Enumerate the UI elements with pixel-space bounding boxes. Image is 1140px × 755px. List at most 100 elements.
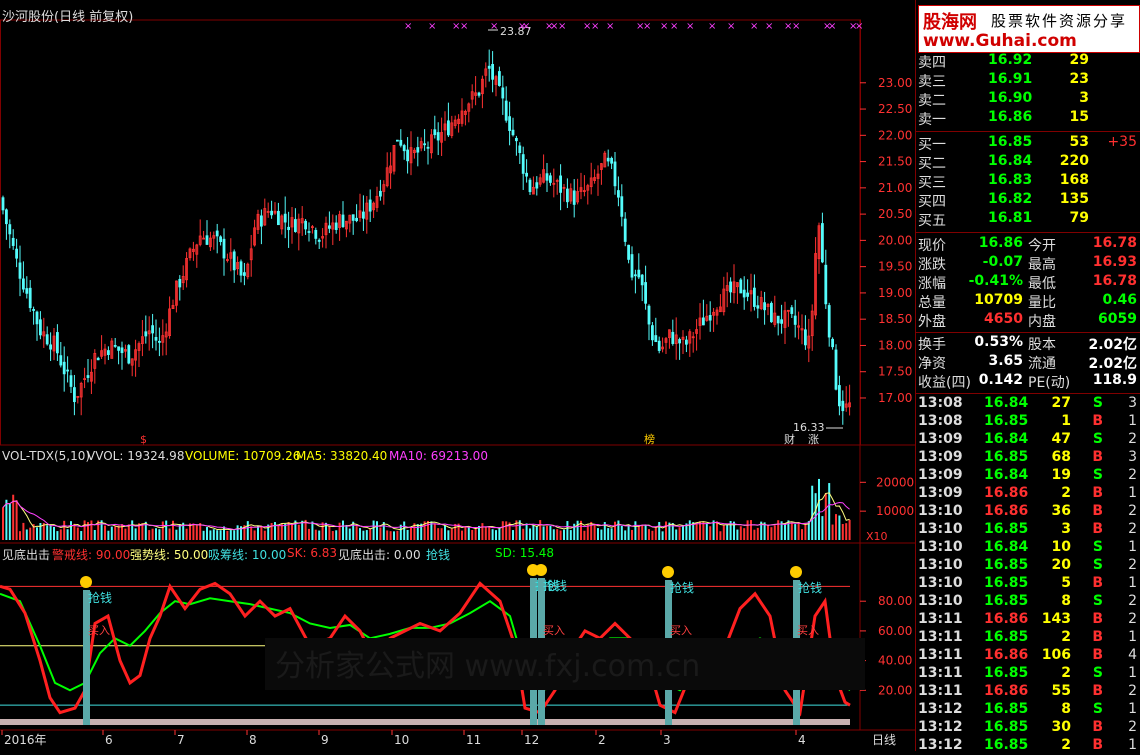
stat-value: 16.78: [1092, 273, 1137, 289]
vol-name: VOL-TDX(5,10): [2, 449, 91, 463]
sell-price: 16.92: [988, 52, 1033, 68]
quote-panel[interactable]: 卖四 16.92 29 卖三 16.91 23 卖二 16.90 3 卖一 16.86 15 买一 16.…: [915, 0, 1140, 751]
candle-body: [11, 237, 15, 246]
candle-body: [157, 340, 161, 343]
candle-body: [742, 289, 746, 298]
stat-label: 换手: [918, 337, 946, 353]
tick-row: 13:12 16.85 8 S 1: [916, 701, 1140, 719]
buy-vol: 168: [1059, 172, 1089, 188]
vol-volume: VOLUME: 10709.26: [185, 449, 301, 463]
event-mark: ×: [727, 21, 735, 32]
money-bag-icon: [662, 566, 674, 578]
candle-body: [497, 71, 501, 86]
stat-label: 内盘: [1028, 314, 1056, 330]
stat-label: PE(动): [1028, 375, 1071, 391]
quote-row: 卖二 16.90 3: [916, 90, 1140, 109]
tick-time: 13:09: [918, 431, 963, 447]
tick-volume: 1: [1061, 413, 1071, 429]
quote-row: 买一 16.85 53 +35: [916, 134, 1140, 153]
event-mark: ×: [591, 21, 599, 32]
event-mark: ×: [708, 21, 716, 32]
date-label: 2016年: [4, 733, 47, 747]
tick-row: 13:09 16.84 19 S 2: [916, 467, 1140, 485]
chart-area[interactable]: 23.00 22.50 22.00 21.50 21.00 20.50 20.00 19.50…: [0, 0, 915, 751]
signal-buy: 买入: [88, 624, 110, 637]
candle-body: [378, 190, 382, 197]
candle-body: [729, 281, 732, 293]
candle-body: [793, 315, 797, 325]
tick-time: 13:11: [918, 683, 963, 699]
tick-direction: B: [1092, 629, 1103, 645]
candle-body: [613, 161, 617, 187]
tick-price: 16.85: [984, 575, 1029, 591]
tick-price: 16.84: [984, 539, 1029, 555]
date-label: 8: [249, 733, 257, 747]
tick-direction: B: [1092, 647, 1103, 663]
stat-label: 涨幅: [918, 276, 946, 292]
tick-direction: S: [1092, 431, 1103, 447]
candle-body: [525, 172, 528, 177]
quote-row: 涨跌 -0.07 最高 16.93: [916, 254, 1140, 273]
tick-direction: B: [1092, 719, 1103, 735]
date-label: 9: [321, 733, 329, 747]
ind-jingjie: 警戒线: 90.00: [52, 548, 131, 562]
tick-price: 16.85: [984, 719, 1029, 735]
tick-direction: S: [1092, 593, 1103, 609]
candle-body: [178, 278, 182, 288]
candle-body: [606, 157, 610, 162]
candle-body: [56, 332, 59, 354]
candle-body: [644, 282, 647, 304]
candle-body: [841, 400, 845, 412]
candle-body: [259, 215, 263, 227]
stat-value: 10709: [974, 292, 1023, 308]
buy-vol: 79: [1069, 210, 1089, 226]
vol-y-tick-label: 20000: [876, 475, 914, 489]
candle-body: [215, 230, 219, 237]
tick-direction: B: [1092, 737, 1103, 751]
ind-sd: SD: 15.48: [495, 546, 555, 560]
tick-count: 1: [1128, 665, 1137, 681]
tick-direction: B: [1092, 611, 1103, 627]
quote-row: 换手 0.53% 股本 2.02亿: [916, 334, 1140, 353]
tick-row: 13:10 16.85 5 B 1: [916, 575, 1140, 593]
tick-time: 13:12: [918, 701, 963, 717]
candle-body: [219, 236, 223, 243]
candle-body: [756, 305, 760, 309]
stat-value: 16.78: [1092, 235, 1137, 251]
tick-count: 3: [1128, 395, 1137, 411]
stat-label: 总量: [918, 295, 946, 311]
candle-body: [45, 334, 49, 345]
candle-body: [402, 145, 406, 152]
candle-body: [355, 217, 359, 222]
tick-count: 1: [1128, 701, 1137, 717]
tick-time: 13:09: [918, 467, 963, 483]
candle-body: [671, 331, 675, 344]
buy-vol: 220: [1059, 153, 1089, 169]
vol-y-tick-label: 10000: [876, 504, 914, 518]
y-tick-label: 18.00: [878, 338, 912, 352]
tick-time: 13:10: [918, 503, 963, 519]
tick-row: 13:11 16.86 143 B 2: [916, 611, 1140, 629]
buy-label: 买三: [918, 175, 946, 191]
tick-volume: 27: [1051, 395, 1071, 411]
tick-count: 2: [1128, 503, 1137, 519]
tick-row: 13:11 16.85 2 B 1: [916, 629, 1140, 647]
signal-qiangqian: 抢钱: [543, 578, 567, 593]
tick-direction: B: [1092, 575, 1103, 591]
ind-y-tick-label: 40.00: [878, 654, 912, 668]
y-tick-label: 20.00: [878, 233, 912, 247]
candle-body: [62, 361, 66, 375]
candle-body: [314, 229, 318, 239]
tick-time: 13:11: [918, 629, 963, 645]
stat-label: 今开: [1028, 238, 1056, 254]
sell-vol: 29: [1069, 52, 1089, 68]
candle-body: [283, 213, 287, 223]
candle-body: [477, 92, 481, 96]
candle-body: [559, 175, 562, 193]
tick-time: 13:11: [918, 647, 963, 663]
stat-label: 现价: [918, 238, 946, 254]
vol-ma5-line: [2, 492, 850, 531]
chart-svg[interactable]: 23.00 22.50 22.00 21.50 21.00 20.50 20.00 19.50…: [0, 0, 915, 751]
ind-y-tick-label: 20.00: [878, 683, 912, 697]
tick-time: 13:08: [918, 395, 963, 411]
